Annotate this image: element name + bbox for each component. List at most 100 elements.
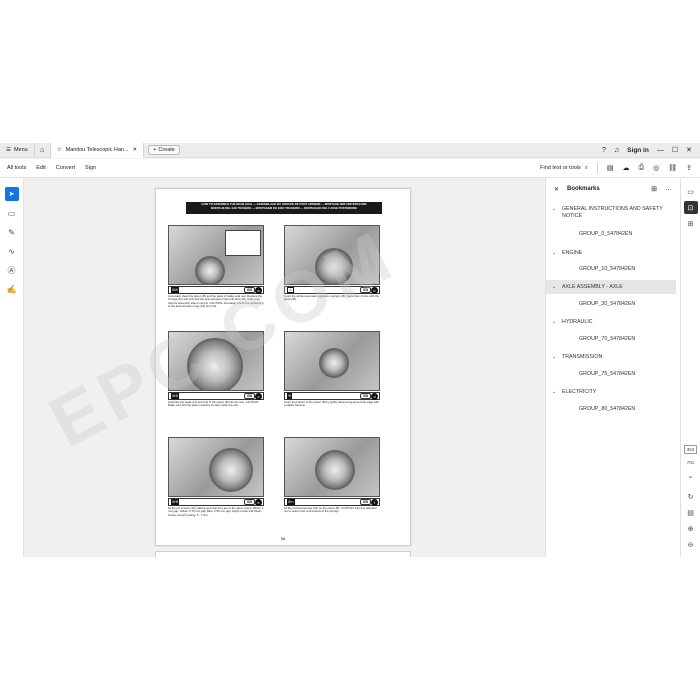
home-button[interactable]: ⌂: [35, 142, 51, 158]
bookmark-hydraulic[interactable]: ⌄ HYDRAULIC: [546, 315, 680, 329]
bookmark-group-0[interactable]: GROUP_0_547842EN: [546, 227, 680, 243]
maximize-icon[interactable]: ☐: [672, 146, 678, 154]
print-icon[interactable]: ⎙: [639, 164, 645, 172]
menu-all-tools[interactable]: All tools: [7, 165, 26, 171]
close-window-icon[interactable]: ✕: [686, 146, 692, 154]
select-tool-icon[interactable]: ➤: [4, 187, 19, 201]
bookmarks-panel: ✕ Bookmarks ⊞ … ⌄ GENERAL INSTRUCTIONS A…: [545, 178, 680, 557]
ai-assistant-icon[interactable]: ◎: [653, 164, 659, 172]
find-label: Find text or tools: [540, 165, 581, 171]
bookmark-label: AXLE ASSEMBLY - AXLE: [562, 284, 623, 290]
menu-label: Menu: [13, 147, 28, 153]
step-letter: d: [371, 393, 378, 400]
menu-button[interactable]: ☰ Menu: [0, 142, 35, 158]
sign-in-button[interactable]: Sign in: [627, 147, 649, 154]
hammer-icon: ⚒: [287, 393, 293, 399]
procedure-caption: Fit the pin screws (15) making sure that…: [168, 506, 264, 517]
chevron-down-icon[interactable]: ⌄: [546, 246, 562, 260]
page-number-input[interactable]: 353: [683, 445, 698, 454]
bookmark-group-70[interactable]: GROUP_70_547842EN: [546, 332, 680, 348]
bookmark-group-75[interactable]: GROUP_75_547842EN: [546, 367, 680, 383]
chevron-down-icon[interactable]: ⌄: [546, 350, 562, 364]
find-button[interactable]: Find text or tools ⌕: [540, 165, 588, 172]
more-options-icon[interactable]: …: [665, 185, 672, 193]
procedure-icon-bar: ⚙✂ GB f: [284, 498, 380, 506]
bookmark-group-80[interactable]: GROUP_80_547842EN: [546, 402, 680, 418]
save-icon[interactable]: ▤: [607, 164, 614, 172]
page-fit-icon[interactable]: ▤: [684, 506, 698, 519]
bookmark-group-10[interactable]: GROUP_10_547842EN: [546, 262, 680, 278]
bookmarks-header: ✕ Bookmarks ⊞ …: [546, 178, 680, 200]
comments-panel-icon[interactable]: ▭: [684, 185, 698, 198]
bookmark-actions: ⊞ …: [651, 185, 672, 193]
create-button[interactable]: + Create: [148, 145, 180, 155]
bookmark-label: HYDRAULIC: [562, 319, 593, 325]
bookmark-electricity[interactable]: ⌄ ELECTRICITY: [546, 385, 680, 399]
chevron-down-icon[interactable]: ⌄: [546, 206, 562, 213]
draw-icon[interactable]: ∿: [5, 244, 19, 258]
share-icon[interactable]: ⇪: [686, 164, 692, 172]
step-letter: f: [371, 499, 378, 506]
menu-edit[interactable]: Edit: [36, 165, 45, 171]
tool-symbols-icon: ⚙✂: [287, 499, 296, 505]
search-icon: ⌕: [584, 164, 588, 171]
bookmark-transmission[interactable]: ⌄ TRANSMISSION: [546, 350, 680, 364]
bookmark-engine[interactable]: ⌄ ENGINE: [546, 246, 680, 260]
tool-symbols-icon: ⚙✉: [171, 287, 180, 293]
create-label: Create: [158, 147, 175, 153]
notifications-icon[interactable]: ♫: [614, 147, 619, 154]
procedure-photo: [168, 331, 264, 391]
page-title-line: MONTAJE DEL EJE TRASERO — MONTAGEM DO EI…: [211, 205, 357, 210]
warning-icon: ⚠: [287, 287, 295, 293]
plus-icon: +: [153, 147, 157, 153]
bookmark-group-30[interactable]: GROUP_30_547842EN: [546, 297, 680, 313]
add-bookmark-icon[interactable]: ⊞: [651, 185, 657, 193]
bookmark-tree: ⌄ GENERAL INSTRUCTIONS AND SAFETY NOTICE…: [546, 206, 680, 418]
bookmarks-panel-icon[interactable]: ⊡: [683, 201, 698, 214]
left-tool-rail: ➤ ▭ ✎ ∿ Ⓐ ✍: [0, 178, 24, 557]
chevron-down-icon[interactable]: ⌄: [546, 315, 562, 329]
procedure-caption: Lubricate the seals (11) and (12) fit th…: [168, 400, 260, 408]
thumbnails-icon[interactable]: ⊞: [684, 217, 698, 230]
document-viewer[interactable]: HOW TO ASSEMBLE THE REAR AXLE — ASSEMBLA…: [24, 178, 545, 557]
link-icon[interactable]: ⛓: [668, 164, 677, 172]
procedure-photo: [284, 331, 380, 391]
document-tab[interactable]: ☆ Manitou Telescopic Han... ✕: [50, 142, 145, 158]
home-icon: ⌂: [40, 146, 45, 154]
menu-sign[interactable]: Sign: [85, 165, 96, 171]
fill-sign-icon[interactable]: ✍: [5, 282, 19, 296]
cloud-upload-icon[interactable]: ☁: [623, 164, 630, 172]
bookmark-label: ENGINE: [562, 250, 583, 256]
next-pdf-page: [155, 551, 411, 557]
right-rail: ▭ ⊡ ⊞ 353 701 ⌄ ↻ ▤ ⊕ ⊖: [680, 178, 700, 557]
minimize-icon[interactable]: —: [657, 147, 664, 154]
zoom-in-icon[interactable]: ⊕: [684, 522, 698, 535]
procedure-photo: [168, 225, 264, 285]
zoom-out-icon[interactable]: ⊖: [684, 538, 698, 551]
document-tab-title: Manitou Telescopic Han...: [65, 147, 129, 153]
main-toolbar: All tools Edit Convert Sign Find text or…: [0, 159, 700, 178]
total-pages: 701: [686, 460, 695, 465]
bookmark-axle-assembly[interactable]: ⌄ AXLE ASSEMBLY - AXLE: [546, 280, 676, 294]
chevron-down-icon[interactable]: ⌄: [546, 280, 562, 294]
bookmark-label: ELECTRICITY: [562, 389, 597, 395]
procedure-icon-bar: ⚙⚙ GB c: [168, 392, 264, 400]
chevron-down-icon[interactable]: ⌄: [546, 385, 562, 399]
menu-convert[interactable]: Convert: [56, 165, 75, 171]
rotate-icon[interactable]: ↻: [684, 490, 698, 503]
procedure-icon-bar: ⚙⚒ GB e: [168, 498, 264, 506]
close-tab-icon[interactable]: ✕: [133, 147, 138, 153]
procedure-caption: Accurately clean the piston (B) and the …: [168, 294, 264, 308]
highlight-pen-icon[interactable]: ✎: [5, 225, 19, 239]
bookmark-general-instructions[interactable]: ⌄ GENERAL INSTRUCTIONS AND SAFETY NOTICE: [546, 206, 680, 221]
help-icon[interactable]: ?: [602, 147, 606, 154]
text-box-icon[interactable]: Ⓐ: [5, 263, 19, 277]
window-controls: ? ♫ Sign in — ☐ ✕: [602, 146, 700, 155]
procedure-icon-bar: ⚒ GB d: [284, 392, 380, 400]
language-badge: GB: [243, 287, 255, 293]
star-icon[interactable]: ☆: [57, 147, 62, 153]
chevron-down-icon[interactable]: ⌄: [684, 469, 698, 482]
tool-menu: All tools Edit Convert Sign: [0, 165, 96, 171]
comment-icon[interactable]: ▭: [5, 206, 19, 220]
close-panel-icon[interactable]: ✕: [554, 186, 559, 193]
